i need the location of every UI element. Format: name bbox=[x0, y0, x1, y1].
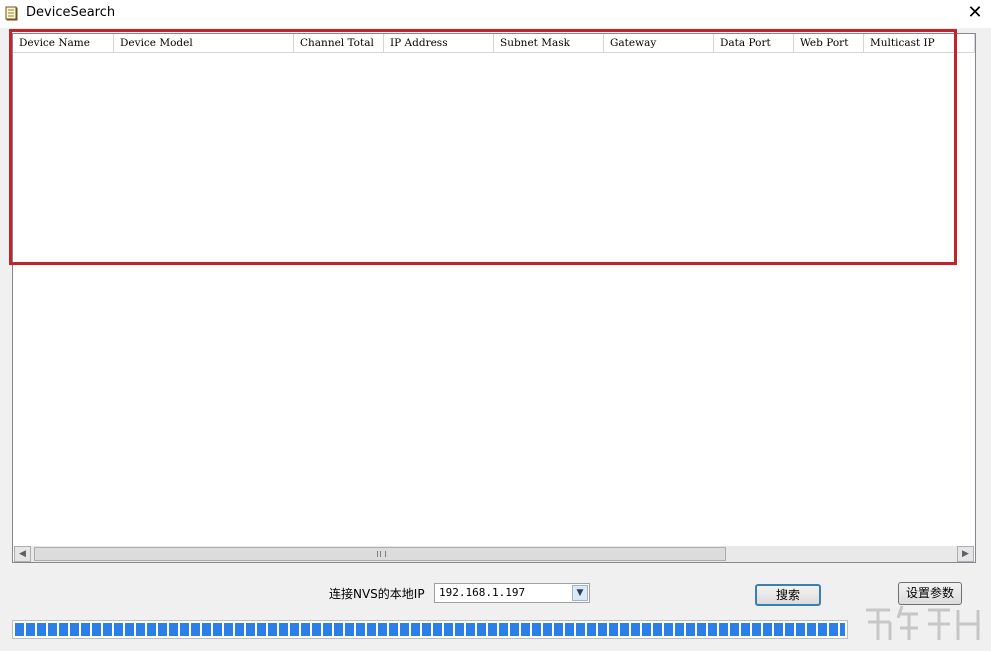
chevron-down-icon[interactable]: ▼ bbox=[572, 585, 588, 601]
scrollbar-thumb[interactable] bbox=[34, 547, 726, 561]
horizontal-scrollbar[interactable]: ◀ ▶ bbox=[14, 546, 974, 562]
window-title: DeviceSearch bbox=[26, 5, 116, 20]
notebook-icon bbox=[5, 6, 18, 21]
progress-bar bbox=[12, 620, 848, 639]
annotation-highlight-box bbox=[9, 29, 957, 265]
local-ip-label: 连接NVS的本地IP bbox=[329, 587, 425, 601]
close-icon[interactable]: ✕ bbox=[961, 3, 989, 25]
scroll-left-icon[interactable]: ◀ bbox=[14, 546, 31, 562]
grip-icon bbox=[377, 551, 386, 557]
title-bar: DeviceSearch ✕ bbox=[0, 0, 991, 28]
progress-fill bbox=[15, 623, 845, 636]
search-button[interactable]: 搜索 bbox=[755, 584, 821, 606]
scroll-right-icon[interactable]: ▶ bbox=[957, 546, 974, 562]
local-ip-value: 192.168.1.197 bbox=[439, 586, 526, 599]
local-ip-select[interactable]: 192.168.1.197 ▼ bbox=[434, 583, 590, 603]
watermark-logo bbox=[866, 605, 980, 640]
